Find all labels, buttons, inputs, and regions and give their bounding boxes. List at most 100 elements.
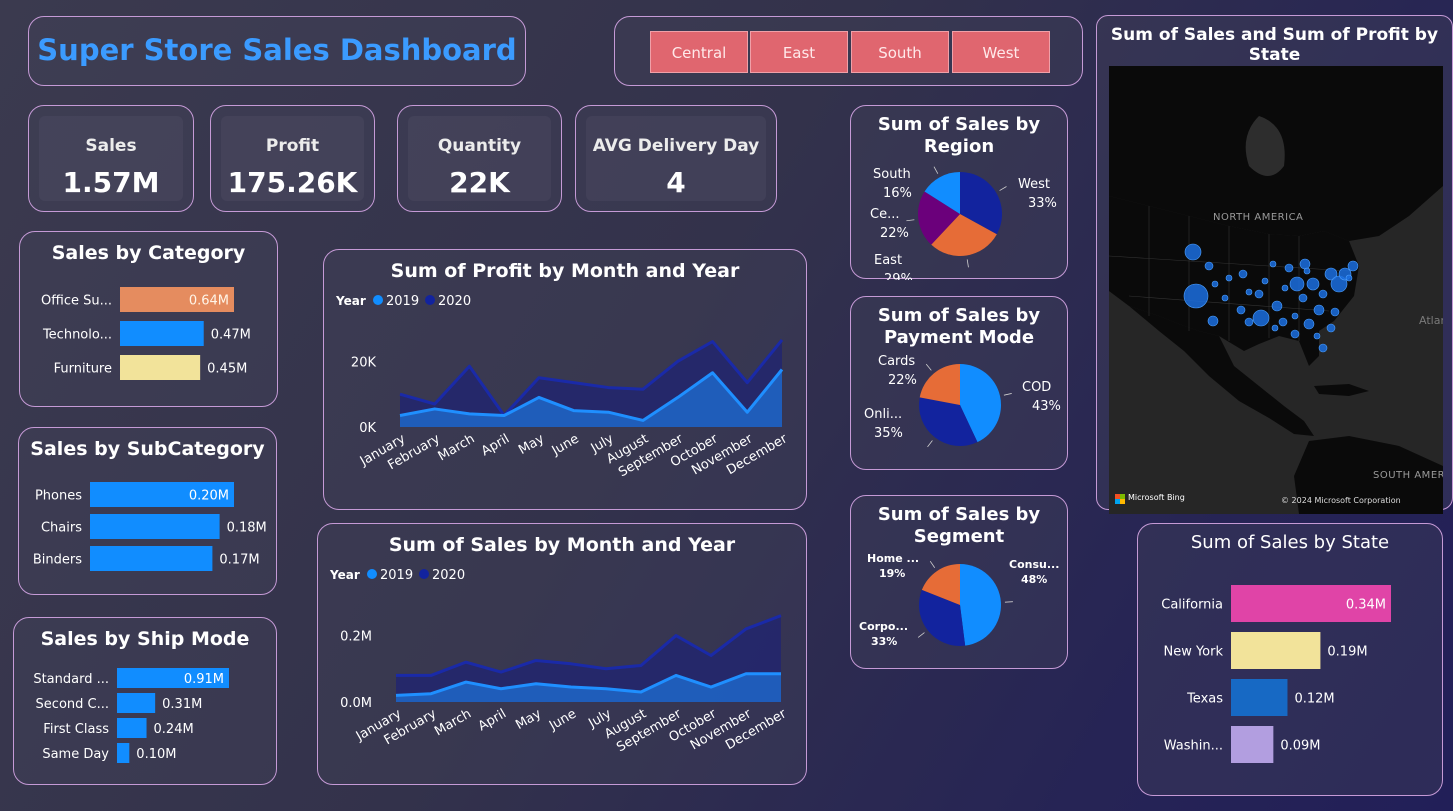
map-canvas: NORTH AMERICA Atlantic SOUTH AMER (1109, 66, 1443, 514)
legend-marker (373, 295, 383, 305)
kpi-value: 175.26K (227, 166, 358, 199)
bar[interactable] (117, 743, 130, 763)
segment-pie-chart[interactable]: Consu... 48% Corpo... 33% Home ... 19% (851, 496, 1069, 670)
pie-category-label: South (873, 167, 911, 182)
pie-category-label: Onli... (864, 407, 902, 422)
bar-category-label: New York (1163, 645, 1223, 660)
pie-leader-line (1004, 601, 1013, 603)
map-card: Sum of Sales and Sum of Profit by State (1096, 15, 1453, 514)
bar-value-label: 0.19M (1327, 645, 1367, 660)
pie-leader-line (966, 259, 969, 268)
pie-slice[interactable] (960, 564, 1001, 646)
bar-value-label: 0.64M (189, 294, 229, 309)
state-bar-chart[interactable]: California 0.34M New York 0.19M Texas 0.12M Wa… (1138, 524, 1444, 797)
pie-percent-label: 22% (888, 373, 917, 388)
pie-leader-line (906, 219, 915, 222)
bar-category-label: Texas (1186, 692, 1223, 707)
pie-percent-label: 43% (1032, 399, 1061, 414)
x-tick-label: June (546, 706, 579, 734)
kpi-label: Sales (85, 136, 137, 156)
slicer-button-west[interactable]: West (952, 31, 1050, 73)
pie-category-label: COD (1022, 380, 1051, 395)
bar-value-label: 0.12M (1294, 692, 1334, 707)
y-tick-label: 0K (359, 421, 376, 436)
pie-percent-label: 22% (880, 226, 909, 241)
bar[interactable] (1231, 632, 1321, 669)
kpi-card-quantity: Quantity 22K (397, 105, 562, 212)
pie-percent-label: 48% (1021, 573, 1047, 586)
kpi-value: 22K (449, 166, 510, 199)
segment-pie-card: Sum of Sales by Segment Consu... 48% Corpo… (850, 495, 1068, 669)
legend-marker (419, 569, 429, 579)
legend-label: 2020 (432, 568, 465, 583)
bar[interactable] (1231, 726, 1274, 763)
sales-month-area-chart[interactable]: Year 2019 20200.0M0.2MJanuaryFebruaryMarch… (318, 524, 808, 786)
bubble-map[interactable]: NORTH AMERICA Atlantic SOUTH AMER Micros… (1109, 66, 1443, 514)
legend-label: 2019 (386, 294, 419, 309)
bar[interactable] (117, 718, 147, 738)
slicer-button-south[interactable]: South (851, 31, 949, 73)
bing-logo: Microsoft Bing (1115, 493, 1191, 507)
pie-category-label: Consu... (1009, 558, 1059, 571)
bar-value-label: 0.31M (162, 697, 202, 712)
region-slicer-card: Central East South West (614, 16, 1083, 86)
kpi-label: Quantity (437, 136, 522, 156)
x-tick-label: April (476, 706, 509, 734)
bar-category-label: Standard ... (33, 672, 109, 687)
bar[interactable] (120, 355, 201, 380)
x-tick-label: June (549, 431, 582, 459)
pie-leader-line (917, 632, 925, 638)
region-slicer: Central East South West (650, 31, 1054, 73)
bar-category-label: Phones (35, 489, 82, 504)
legend-label: 2019 (380, 568, 413, 583)
category-bar-chart[interactable]: Office Su... 0.64M Technolo... 0.47M Furnitu… (20, 232, 279, 408)
region-pie-chart[interactable]: West 33% East 29% Ce... 22% South 16% (851, 106, 1069, 280)
x-tick-label: May (516, 431, 547, 458)
legend-title: Year (335, 294, 366, 308)
kpi-card-profit: Profit 175.26K (210, 105, 375, 212)
pie-leader-line (927, 440, 933, 448)
slicer-button-east[interactable]: East (750, 31, 848, 73)
bar-value-label: 0.47M (211, 328, 251, 343)
bar-value-label: 0.17M (219, 553, 259, 568)
bar[interactable] (1231, 679, 1288, 716)
bar[interactable] (117, 693, 156, 713)
x-tick-label: March (436, 431, 478, 464)
profit-month-chart-card: Sum of Profit by Month and Year Year 2019… (323, 249, 807, 510)
map-label-south-america: SOUTH AMER (1373, 470, 1443, 481)
shipmode-bar-chart[interactable]: Standard ... 0.91M Second C... 0.31M First C… (14, 618, 278, 786)
bar-category-label: Washin... (1164, 739, 1223, 754)
pie-leader-line (933, 166, 939, 174)
header-card: Super Store Sales Dashboard (28, 16, 526, 86)
pie-percent-label: 33% (871, 635, 897, 648)
bar[interactable] (120, 321, 204, 346)
payment-pie-chart[interactable]: COD 43% Onli... 35% Cards 22% (851, 297, 1069, 471)
bar-value-label: 0.20M (189, 489, 229, 504)
pie-leader-line (999, 186, 1007, 191)
page-title: Super Store Sales Dashboard (37, 33, 517, 67)
bar-value-label: 0.10M (136, 747, 176, 762)
microsoft-logo-icon-bottom (1115, 499, 1125, 504)
kpi-value: 1.57M (62, 166, 160, 199)
x-tick-label: May (513, 706, 544, 733)
map-label-north-america: NORTH AMERICA (1213, 212, 1303, 223)
pie-leader-line (1003, 393, 1012, 396)
kpi-card-avg-delivery: AVG Delivery Day 4 (575, 105, 777, 212)
legend-label: 2020 (438, 294, 471, 309)
x-tick-label: March (432, 706, 474, 739)
bar-category-label: Office Su... (41, 294, 112, 309)
bing-brand-text: Microsoft Bing (1128, 493, 1185, 502)
slicer-button-central[interactable]: Central (650, 31, 748, 73)
map-copyright: © 2024 Microsoft Corporation (1281, 496, 1401, 505)
subcategory-bar-chart[interactable]: Phones 0.20M Chairs 0.18M Binders 0.17M (19, 428, 278, 596)
pie-category-label: Ce... (870, 207, 899, 222)
y-tick-label: 0.0M (340, 696, 372, 711)
bar[interactable] (90, 546, 213, 571)
payment-pie-card: Sum of Sales by Payment Mode COD 43% Onli.… (850, 296, 1068, 470)
bar[interactable] (90, 514, 220, 539)
pie-percent-label: 33% (1028, 196, 1057, 211)
pie-percent-label: 35% (874, 426, 903, 441)
bar-value-label: 0.34M (1346, 598, 1386, 613)
bar-category-label: First Class (43, 722, 109, 737)
profit-month-area-chart[interactable]: Year 2019 20200K20KJanuaryFebruaryMarch Apr… (324, 250, 808, 511)
